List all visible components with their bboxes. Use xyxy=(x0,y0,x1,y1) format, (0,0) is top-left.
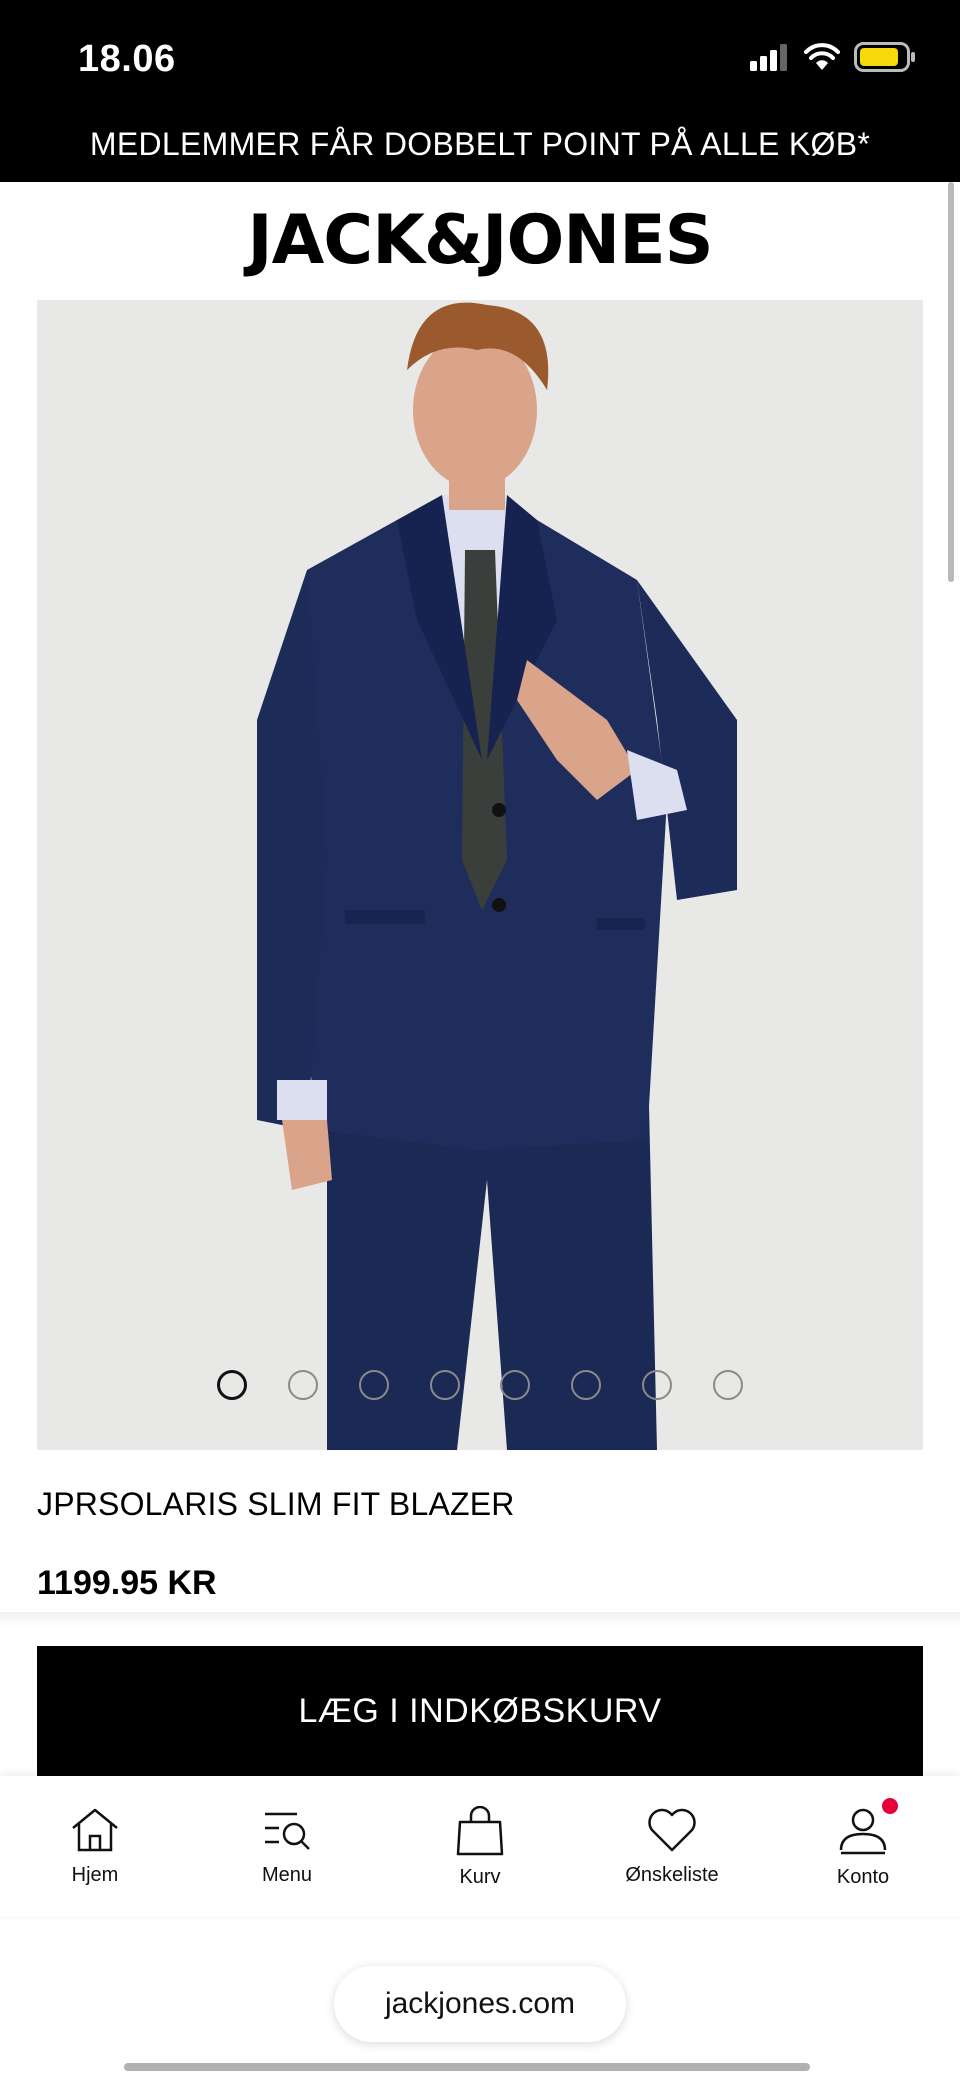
product-price: 1199.95 KR xyxy=(37,1564,217,1602)
home-icon xyxy=(72,1808,118,1852)
nav-label: Ønskeliste xyxy=(625,1864,719,1886)
menu-search-icon xyxy=(265,1812,310,1850)
carousel-dot[interactable] xyxy=(217,1370,247,1400)
carousel-dot[interactable] xyxy=(288,1370,318,1400)
notification-badge xyxy=(882,1798,898,1814)
browser-url-bar[interactable]: jackjones.com xyxy=(334,1966,626,2042)
carousel-dot[interactable] xyxy=(642,1370,672,1400)
add-to-cart-button[interactable]: LÆG I INDKØBSKURV xyxy=(37,1646,923,1776)
nav-label: Menu xyxy=(261,1864,313,1886)
nav-label: Kurv xyxy=(459,1866,501,1888)
image-carousel-dots xyxy=(0,1370,960,1400)
product-image[interactable] xyxy=(37,300,923,1450)
bag-icon xyxy=(456,1806,504,1856)
nav-label: Hjem xyxy=(71,1864,119,1886)
product-title: JPRSOLARIS SLIM FIT BLAZER xyxy=(37,1486,515,1522)
nav-item-cart[interactable]: Kurv xyxy=(405,1806,555,1889)
nav-item-wishlist[interactable]: Ønskeliste xyxy=(597,1806,747,1887)
account-icon xyxy=(839,1808,887,1855)
status-icons xyxy=(750,42,916,77)
nav-label: Konto xyxy=(836,1866,890,1888)
nav-item-home[interactable]: Hjem xyxy=(20,1806,170,1887)
divider xyxy=(0,1612,960,1628)
battery-icon xyxy=(854,42,916,77)
signal-icon xyxy=(750,43,790,76)
status-time: 18.06 xyxy=(78,38,176,80)
carousel-dot[interactable] xyxy=(500,1370,530,1400)
model-illustration xyxy=(37,300,923,1450)
heart-icon xyxy=(648,1808,696,1852)
nav-item-menu[interactable]: Menu xyxy=(212,1806,362,1887)
status-bar: 18.06 xyxy=(0,0,960,116)
nav-item-account[interactable]: Konto xyxy=(788,1798,938,1889)
scrollbar[interactable] xyxy=(948,182,954,582)
carousel-dot[interactable] xyxy=(713,1370,743,1400)
home-indicator[interactable] xyxy=(124,2063,810,2071)
brand-logo[interactable]: JACK&JONES xyxy=(0,196,960,286)
promo-banner[interactable]: MEDLEMMER FÅR DOBBELT POINT PÅ ALLE KØB* xyxy=(0,116,960,182)
carousel-dot[interactable] xyxy=(430,1370,460,1400)
wifi-icon xyxy=(804,43,840,76)
carousel-dot[interactable] xyxy=(359,1370,389,1400)
bottom-nav: Hjem Menu Kurv Ønskeliste Konto xyxy=(0,1776,960,1916)
carousel-dot[interactable] xyxy=(571,1370,601,1400)
